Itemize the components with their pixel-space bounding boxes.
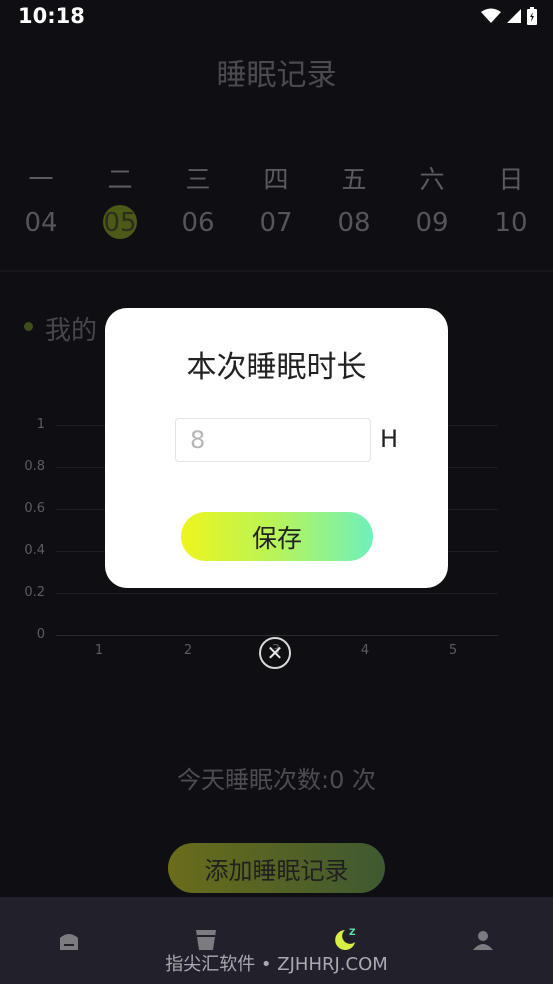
page-title: 睡眠记录 xyxy=(216,58,337,93)
y-tick-0.8: 0.8 xyxy=(24,459,45,474)
x-tick-5: 5 xyxy=(448,643,458,658)
date-label: 06 xyxy=(181,208,215,238)
date-label: 09 xyxy=(415,208,449,238)
status-icons xyxy=(481,7,537,25)
signal-icon xyxy=(507,9,521,23)
day-item[interactable]: 六 09 xyxy=(402,160,462,238)
weekday-label: 日 xyxy=(498,165,524,194)
sleep-duration-dialog: 本次睡眠时长 H 保存 xyxy=(105,308,448,588)
day-item[interactable]: 四 07 xyxy=(246,160,306,238)
y-tick-0.2: 0.2 xyxy=(24,585,45,600)
wifi-icon xyxy=(481,8,501,23)
date-label: 07 xyxy=(259,208,293,238)
status-time: 10:18 xyxy=(18,4,85,28)
save-button[interactable]: 保存 xyxy=(181,512,373,561)
x-tick-4: 4 xyxy=(360,643,370,658)
hours-input[interactable] xyxy=(175,418,371,462)
section-label: 我的 xyxy=(45,316,98,346)
svg-text:Z: Z xyxy=(349,928,356,938)
hours-unit-label: H xyxy=(380,425,399,453)
day-item[interactable]: 一 04 xyxy=(11,160,71,238)
person-icon xyxy=(473,931,493,950)
weekday-label: 二 xyxy=(107,165,133,194)
weekday-label: 六 xyxy=(419,165,445,194)
add-sleep-record-button[interactable]: 添加睡眠记录 xyxy=(168,843,385,893)
gridline xyxy=(56,593,498,594)
x-tick-1: 1 xyxy=(94,643,104,658)
y-tick-1: 1 xyxy=(36,417,45,432)
dialog-title: 本次睡眠时长 xyxy=(186,350,367,385)
divider xyxy=(0,270,553,272)
date-label: 08 xyxy=(337,208,371,238)
day-item[interactable]: 日 10 xyxy=(481,160,541,238)
day-item-selected[interactable]: 二 05 xyxy=(90,160,150,238)
date-label: 04 xyxy=(24,208,58,238)
cup-icon xyxy=(196,930,216,950)
x-axis-line xyxy=(56,635,498,636)
weekday-label: 一 xyxy=(28,165,54,194)
week-selector: 一 04 二 05 三 06 四 07 五 08 六 09 日 10 xyxy=(0,160,553,250)
y-tick-0.4: 0.4 xyxy=(24,543,45,558)
weekday-label: 三 xyxy=(185,165,211,194)
battery-icon xyxy=(527,7,537,25)
y-tick-0.6: 0.6 xyxy=(24,501,45,516)
day-item[interactable]: 三 06 xyxy=(168,160,228,238)
date-label: 10 xyxy=(494,208,528,238)
date-label: 05 xyxy=(103,208,137,238)
weekday-label: 四 xyxy=(263,165,289,194)
watermark: 指尖汇软件 • ZJHHRJ.COM xyxy=(165,954,388,975)
home-icon xyxy=(60,934,78,950)
y-tick-0: 0 xyxy=(36,627,45,642)
today-sleep-count: 今天睡眠次数:0 次 xyxy=(177,766,376,794)
weekday-label: 五 xyxy=(341,165,367,194)
x-tick-2: 2 xyxy=(183,643,193,658)
close-icon[interactable]: ✕ xyxy=(259,637,291,669)
day-item[interactable]: 五 08 xyxy=(324,160,384,238)
bullet-icon xyxy=(24,322,33,331)
